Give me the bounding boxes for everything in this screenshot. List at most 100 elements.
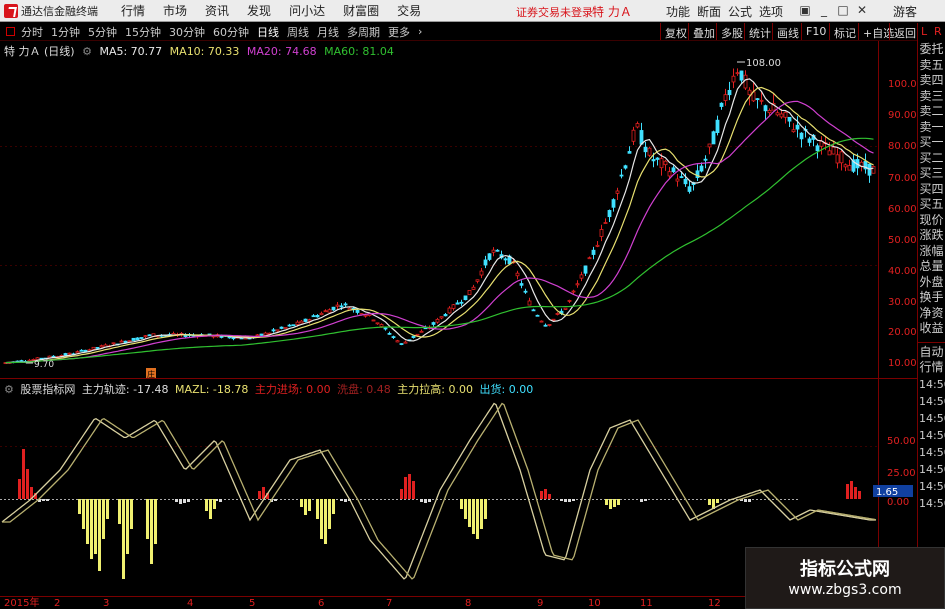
- candle-body: [727, 89, 732, 96]
- indicator-bar: [617, 499, 620, 505]
- sidebar-item[interactable]: 买二: [918, 151, 945, 167]
- candle-body: [831, 146, 836, 155]
- candle-body: [147, 334, 152, 337]
- indicator-tick: 50.00: [887, 436, 916, 447]
- indicator-bar: [424, 499, 427, 503]
- indicator-tick: 25.00: [887, 468, 916, 479]
- sidebar-item[interactable]: 涨幅: [918, 244, 945, 260]
- indicator-bar: [613, 499, 616, 507]
- candle-body: [659, 158, 664, 169]
- candle-body: [535, 314, 540, 317]
- price-tick: 50.00: [888, 235, 917, 246]
- sidebar-quotes[interactable]: 行情: [918, 360, 945, 376]
- candle-body: [795, 124, 800, 130]
- price-tick: 100.0: [888, 79, 917, 90]
- sidebar-item[interactable]: 收益: [918, 321, 945, 337]
- candle-body: [503, 258, 508, 261]
- candle-body: [719, 102, 724, 107]
- candle-body: [671, 167, 676, 173]
- candle-body: [675, 178, 680, 182]
- candle-body: [779, 113, 784, 118]
- candle-body: [551, 318, 556, 321]
- candle-body: [583, 265, 588, 274]
- date-tick: 10: [588, 598, 601, 609]
- indicator-bar: [46, 499, 49, 501]
- candle-body: [451, 304, 456, 309]
- indicator-bar: [18, 479, 21, 499]
- indicator-bar: [106, 499, 109, 519]
- date-tick: 4: [187, 598, 193, 609]
- sidebar-item[interactable]: 买三: [918, 166, 945, 182]
- candle-body: [303, 318, 308, 322]
- candle-body: [835, 154, 840, 164]
- sidebar-item[interactable]: 涨跌: [918, 228, 945, 244]
- candle-body: [467, 289, 472, 296]
- indicator-bar: [548, 494, 551, 499]
- indicator-bar: [209, 499, 212, 519]
- sidebar-item[interactable]: 买五: [918, 197, 945, 213]
- candle-body: [791, 129, 796, 133]
- sidebar-item[interactable]: 换手: [918, 290, 945, 306]
- candle-body: [131, 337, 136, 341]
- tick-time: 14:50: [919, 377, 945, 391]
- sidebar-item[interactable]: 买一: [918, 135, 945, 151]
- candle-body: [119, 340, 124, 343]
- sidebar-item[interactable]: 卖一: [918, 120, 945, 136]
- price-tick: 90.00: [888, 110, 917, 121]
- sidebar-item[interactable]: 委托: [918, 42, 945, 58]
- candle-body: [295, 321, 300, 325]
- sidebar-item[interactable]: 买四: [918, 182, 945, 198]
- sidebar-item[interactable]: 现价: [918, 213, 945, 229]
- candle-body: [591, 249, 596, 255]
- sidebar-auto[interactable]: 自动: [918, 345, 945, 361]
- candle-body: [495, 249, 500, 252]
- candle-body: [415, 333, 420, 336]
- sidebar-item[interactable]: 卖二: [918, 104, 945, 120]
- sidebar-item[interactable]: 卖五: [918, 58, 945, 74]
- indicator-bar: [428, 499, 431, 502]
- candle-body: [575, 283, 580, 286]
- sidebar-item[interactable]: 净资: [918, 306, 945, 322]
- candle-body: [463, 295, 468, 301]
- candle-body: [635, 123, 640, 128]
- sidebar-item[interactable]: 卖四: [918, 73, 945, 89]
- sidebar-item[interactable]: 卖三: [918, 89, 945, 105]
- price-tick: 40.00: [888, 266, 917, 277]
- tick-time: 14:50: [919, 462, 945, 476]
- date-tick: 12: [708, 598, 721, 609]
- candle-body: [279, 326, 284, 329]
- candle-body: [483, 259, 488, 266]
- sidebar-r-tab[interactable]: R: [934, 25, 942, 38]
- candle-body: [599, 229, 604, 237]
- candle-body: [667, 171, 672, 177]
- sidebar-l-tab[interactable]: L: [921, 25, 927, 38]
- candle-body: [539, 320, 544, 323]
- indicator-current-value: 1.65: [876, 487, 898, 498]
- date-axis: 2015年 2 3 4 5 6 7 8 9 10 11 12: [4, 596, 721, 609]
- candle-body: [519, 283, 524, 286]
- candle-body: [183, 334, 188, 338]
- indicator-bar: [219, 499, 222, 502]
- ma-lines: [5, 78, 874, 364]
- kline-chart[interactable]: 100.0 90.00 80.00 70.00 60.00 50.00 40.0…: [0, 0, 917, 609]
- candle-body: [739, 70, 744, 81]
- indicator-bar: [320, 499, 323, 539]
- indicator-bar: [609, 499, 612, 509]
- indicator-axis: 50.00 25.00 0.00 1.65: [873, 436, 916, 508]
- sidebar-item[interactable]: 外盘: [918, 275, 945, 291]
- indicator-bar: [213, 499, 216, 509]
- indicator-bar: [404, 477, 407, 499]
- indicator-bar: [605, 499, 608, 505]
- candle-body: [291, 324, 296, 327]
- ma20-line: [5, 100, 874, 364]
- right-sidebar: L R 委托 卖五 卖四 卖三 卖二 卖一 买一 买二 买三 买四 买五 现价 …: [917, 23, 945, 609]
- tick-time: 14:50: [919, 428, 945, 442]
- candle-body: [135, 337, 140, 341]
- candle-body: [707, 143, 712, 148]
- candle-body: [327, 309, 332, 313]
- tick-time: 14:50: [919, 394, 945, 408]
- sidebar-item[interactable]: 总量: [918, 259, 945, 275]
- candle-body: [647, 147, 652, 156]
- indicator-bar: [412, 481, 415, 499]
- candle-body: [607, 210, 612, 218]
